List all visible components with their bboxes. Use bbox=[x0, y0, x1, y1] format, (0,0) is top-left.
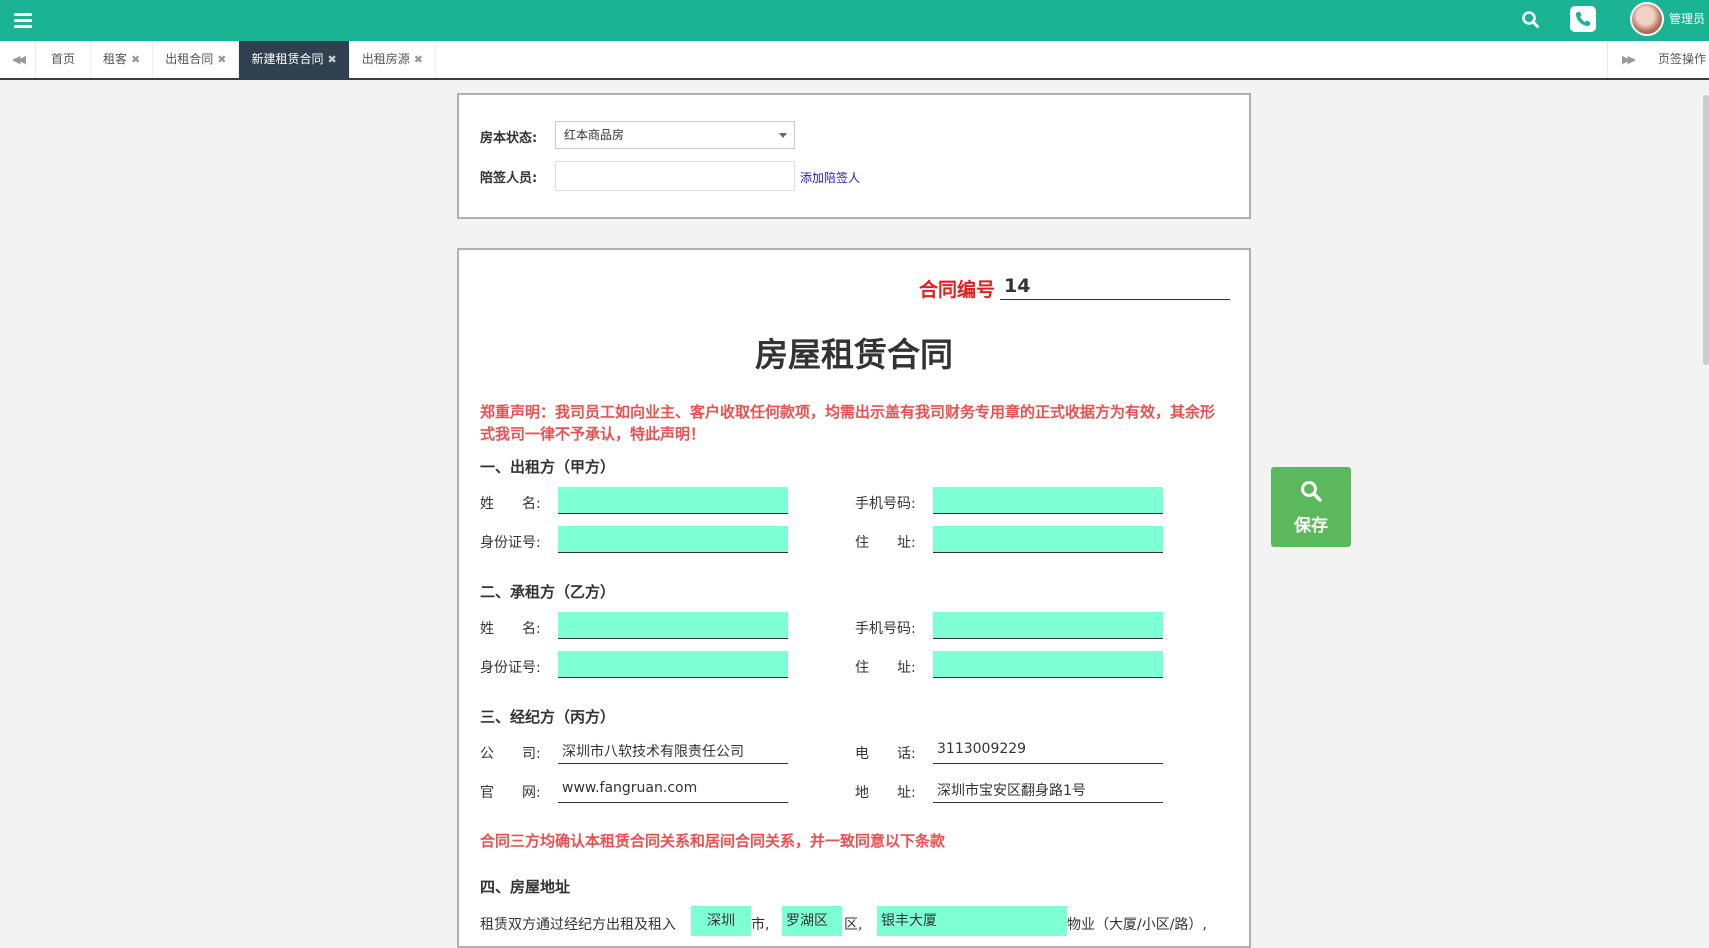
house-address-title: 四、房屋地址 bbox=[480, 878, 571, 896]
party-c-company-label: 公 司: bbox=[480, 746, 541, 762]
avatar[interactable] bbox=[1630, 2, 1664, 36]
top-bar: 管理员 bbox=[0, 0, 1709, 41]
party-b-id-label: 身份证号: bbox=[480, 660, 541, 676]
menu-icon[interactable] bbox=[14, 10, 32, 30]
save-button[interactable]: 保存 bbox=[1271, 467, 1351, 547]
tab-rental-contracts[interactable]: 出租合同 ✖ bbox=[153, 41, 240, 78]
party-c-tel-field[interactable]: 3113009229 bbox=[933, 737, 1163, 764]
page-scrollbar[interactable] bbox=[1703, 95, 1709, 365]
tabs-scroll-left-icon[interactable]: ◀◀ bbox=[0, 41, 36, 78]
tab-home[interactable]: 首页 bbox=[36, 41, 92, 78]
party-a-address-field[interactable] bbox=[933, 526, 1163, 553]
tab-bar: ◀◀ 首页 租客 ✖ 出租合同 ✖ 新建租赁合同 ✖ 出租房源 ✖ ▶▶ 页签操作 bbox=[0, 41, 1709, 80]
city-unit: 市, bbox=[751, 917, 770, 933]
party-b-address-label: 住 址: bbox=[855, 660, 916, 676]
party-c-address-field[interactable]: 深圳市宝安区翻身路1号 bbox=[933, 776, 1163, 803]
house-address-lead: 租赁双方通过经纪方出租及租入 bbox=[480, 917, 676, 933]
witness-input[interactable] bbox=[555, 161, 795, 191]
status-label: 房本状态: bbox=[480, 131, 538, 146]
district-field[interactable]: 罗湖区 bbox=[782, 906, 842, 936]
witness-label: 陪签人员: bbox=[480, 171, 538, 186]
search-icon[interactable] bbox=[1518, 7, 1544, 33]
building-field[interactable]: 银丰大厦 bbox=[877, 906, 1067, 936]
property-status-select[interactable]: 红本商品房 bbox=[555, 121, 795, 149]
tab-label: 出租房源 bbox=[361, 52, 410, 66]
party-a-title: 一、出租方（甲方） bbox=[480, 458, 616, 476]
tab-new-lease-contract[interactable]: 新建租赁合同 ✖ bbox=[239, 41, 350, 78]
search-icon bbox=[1301, 481, 1322, 502]
chevron-down-icon bbox=[779, 133, 787, 138]
tab-list: 首页 租客 ✖ 出租合同 ✖ 新建租赁合同 ✖ 出租房源 ✖ bbox=[36, 41, 436, 78]
contract-number-label: 合同编号 bbox=[919, 279, 996, 301]
tab-label: 新建租赁合同 bbox=[251, 52, 324, 66]
contract-number-field[interactable]: 14 bbox=[1000, 270, 1230, 300]
party-c-company-field[interactable]: 深圳市八软技术有限责任公司 bbox=[558, 737, 788, 764]
tab-tenants[interactable]: 租客 ✖ bbox=[91, 41, 154, 78]
tab-label: 出租合同 bbox=[165, 52, 214, 66]
party-a-id-field[interactable] bbox=[558, 526, 788, 553]
party-a-name-field[interactable] bbox=[558, 487, 788, 514]
tabs-scroll-right-icon[interactable]: ▶▶ bbox=[1607, 41, 1647, 78]
party-a-id-label: 身份证号: bbox=[480, 535, 541, 551]
close-icon[interactable]: ✖ bbox=[217, 53, 226, 66]
city-field[interactable]: 深圳 bbox=[691, 906, 751, 936]
add-witness-link[interactable]: 添加陪签人 bbox=[800, 169, 860, 186]
property-info-panel: 房本状态: 红本商品房 陪签人员: 添加陪签人 bbox=[457, 93, 1251, 219]
close-icon[interactable]: ✖ bbox=[414, 53, 423, 66]
party-c-tel-label: 电 话: bbox=[855, 746, 916, 762]
party-b-title: 二、承租方（乙方） bbox=[480, 583, 616, 601]
party-a-address-label: 住 址: bbox=[855, 535, 916, 551]
contract-title: 房屋租赁合同 bbox=[755, 335, 953, 374]
party-a-phone-field[interactable] bbox=[933, 487, 1163, 514]
party-b-name-field[interactable] bbox=[558, 612, 788, 639]
district-unit: 区, bbox=[844, 917, 863, 933]
party-c-address-label: 地 址: bbox=[855, 785, 916, 801]
agreement-confirmation: 合同三方均确认本租赁合同关系和居间合同关系，并一致同意以下条款 bbox=[480, 832, 946, 850]
close-icon[interactable]: ✖ bbox=[131, 53, 140, 66]
party-b-phone-field[interactable] bbox=[933, 612, 1163, 639]
phone-icon[interactable] bbox=[1570, 6, 1596, 32]
tab-label: 租客 bbox=[103, 52, 128, 66]
save-button-label: 保存 bbox=[1294, 516, 1328, 536]
tab-operations-menu[interactable]: 页签操作 bbox=[1658, 41, 1706, 78]
party-b-phone-label: 手机号码: bbox=[855, 621, 916, 637]
party-b-id-field[interactable] bbox=[558, 651, 788, 678]
party-b-address-field[interactable] bbox=[933, 651, 1163, 678]
tab-rental-listings[interactable]: 出租房源 ✖ bbox=[350, 41, 436, 78]
building-tail: 物业（大厦/小区/路）, bbox=[1067, 917, 1207, 933]
username[interactable]: 管理员 bbox=[1669, 10, 1705, 27]
close-icon[interactable]: ✖ bbox=[328, 53, 337, 66]
property-status-value: 红本商品房 bbox=[564, 128, 625, 142]
party-b-name-label: 姓 名: bbox=[480, 621, 541, 637]
tab-label: 首页 bbox=[51, 52, 76, 66]
disclaimer-notice: 郑重声明：我司员工如向业主、客户收取任何款项，均需出示盖有我司财务专用章的正式收… bbox=[480, 403, 1216, 443]
party-a-name-label: 姓 名: bbox=[480, 496, 541, 512]
party-a-phone-label: 手机号码: bbox=[855, 496, 916, 512]
party-c-website-label: 官 网: bbox=[480, 785, 541, 801]
contract-panel: 合同编号 14 房屋租赁合同 郑重声明：我司员工如向业主、客户收取任何款项，均需… bbox=[457, 248, 1251, 948]
party-c-website-field[interactable]: www.fangruan.com bbox=[558, 776, 788, 803]
party-c-title: 三、经纪方（丙方） bbox=[480, 708, 616, 726]
